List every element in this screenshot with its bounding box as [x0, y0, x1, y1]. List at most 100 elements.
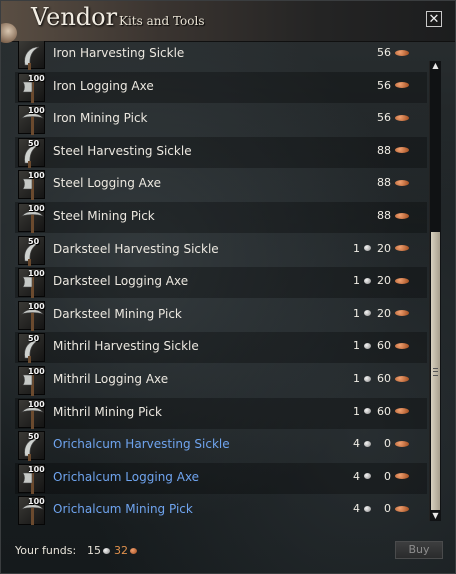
price-copper: 56 [377, 78, 391, 92]
copper-coin-icon [395, 408, 409, 415]
pick-icon[interactable]: 100 [18, 496, 45, 525]
scroll-down-icon[interactable]: ▼ [430, 511, 441, 521]
silver-coin-icon [364, 473, 371, 480]
vendor-item-row[interactable]: 100 Iron Mining Pick 56 [15, 104, 427, 136]
item-price: 1 20 [353, 242, 413, 255]
price-copper: 88 [377, 176, 391, 190]
funds-copper: 32 [114, 544, 128, 557]
vendor-item-row[interactable]: 100 Mithril Mining Pick 1 60 [15, 397, 427, 429]
pick-icon[interactable]: 100 [18, 105, 45, 136]
axe-icon[interactable]: 100 [18, 463, 45, 494]
copper-coin-icon [395, 49, 409, 56]
axe-icon[interactable]: 100 [18, 72, 45, 103]
item-name: Darksteel Mining Pick [53, 306, 182, 321]
silver-coin-icon [364, 310, 371, 317]
sickle-icon[interactable] [18, 41, 45, 70]
vendor-item-row[interactable]: Iron Harvesting Sickle 56 [15, 41, 427, 70]
item-price: 1 60 [353, 339, 413, 352]
vendor-item-row[interactable]: 50 Steel Harvesting Sickle 88 [15, 136, 427, 168]
vendor-window: Vendor Kits and Tools ✕ Iron Harvesting … [0, 0, 456, 574]
price-copper: 88 [377, 143, 391, 157]
item-price: 1 20 [353, 307, 413, 320]
item-name: Iron Harvesting Sickle [53, 46, 185, 60]
footer: Your funds: 15 32 Buy [15, 539, 443, 563]
item-tier-label: 50 [28, 334, 40, 344]
copper-coin-icon [395, 342, 409, 349]
item-tier-label: 50 [28, 432, 40, 442]
item-price: 40 [353, 502, 413, 515]
scrollbar[interactable]: ▲ ▼ [429, 61, 441, 521]
silver-coin-icon [103, 547, 110, 554]
scroll-up-icon[interactable]: ▲ [430, 61, 441, 71]
vendor-item-row[interactable]: 100 Darksteel Logging Axe 1 20 [15, 267, 427, 299]
price-silver: 1 [353, 339, 360, 353]
item-tier-label: 100 [28, 106, 45, 116]
price-copper: 88 [377, 209, 391, 222]
pick-icon[interactable]: 100 [18, 398, 45, 429]
vendor-item-row[interactable]: 100 Orichalcum Mining Pick 4 0 [15, 495, 427, 525]
vendor-item-row[interactable]: 50 Darksteel Harvesting Sickle 1 20 [15, 235, 427, 266]
vendor-item-row[interactable]: 100 Mithril Logging Axe 1 60 [15, 365, 427, 396]
item-name: Darksteel Harvesting Sickle [53, 241, 219, 256]
price-silver: 1 [353, 306, 360, 320]
sickle-icon[interactable]: 50 [18, 431, 45, 462]
vendor-item-row[interactable]: 100 Iron Logging Axe 56 [15, 71, 427, 103]
item-price: 1 60 [353, 405, 413, 418]
item-tier-label: 100 [28, 464, 45, 474]
funds-value: 15 32 [87, 544, 141, 557]
price-copper: 20 [377, 274, 391, 288]
item-price: 56 [377, 111, 413, 124]
funds-silver: 15 [87, 544, 101, 557]
silver-coin-icon [364, 342, 371, 349]
copper-coin-icon [395, 82, 409, 89]
item-tier-label: 100 [28, 497, 45, 507]
item-tier-label: 100 [28, 73, 45, 83]
axe-icon[interactable]: 100 [18, 170, 45, 201]
vendor-item-row[interactable]: 50 Mithril Harvesting Sickle 1 60 [15, 332, 427, 364]
price-silver: 4 [353, 437, 360, 451]
item-tier-label: 100 [28, 399, 45, 409]
item-name: Orichalcum Logging Axe [53, 469, 200, 484]
item-tier-label: 100 [28, 171, 45, 181]
sickle-icon[interactable]: 50 [18, 333, 45, 364]
silver-coin-icon [364, 408, 371, 415]
vendor-item-row[interactable]: 50 Orichalcum Harvesting Sickle 4 0 [15, 430, 427, 462]
silver-coin-icon [364, 505, 371, 512]
price-silver: 1 [353, 404, 360, 418]
item-name: Iron Logging Axe [53, 78, 154, 93]
price-copper: 20 [377, 306, 391, 320]
axe-icon[interactable]: 100 [18, 268, 45, 299]
copper-coin-icon [395, 147, 409, 154]
sickle-icon[interactable]: 50 [18, 235, 45, 266]
item-name: Steel Logging Axe [53, 176, 161, 191]
price-copper: 0 [384, 502, 391, 516]
vendor-item-row[interactable]: 100 Orichalcum Logging Axe 4 0 [15, 462, 427, 494]
scroll-thumb[interactable] [431, 232, 440, 510]
pick-icon[interactable]: 100 [18, 203, 45, 233]
pick-icon[interactable]: 100 [18, 300, 45, 331]
silver-coin-icon [364, 277, 371, 284]
axe-icon[interactable]: 100 [18, 366, 45, 396]
item-name: Mithril Harvesting Sickle [53, 339, 199, 354]
price-silver: 4 [353, 502, 360, 516]
price-silver: 4 [353, 469, 360, 483]
price-copper: 56 [377, 111, 391, 125]
copper-coin-icon [130, 547, 137, 554]
vendor-item-row[interactable]: 100 Steel Mining Pick 88 [15, 202, 427, 233]
funds-label: Your funds: [15, 544, 77, 557]
buy-button[interactable]: Buy [395, 541, 443, 559]
sickle-icon[interactable]: 50 [18, 137, 45, 168]
price-silver: 1 [353, 372, 360, 385]
copper-coin-icon [395, 505, 409, 512]
copper-coin-icon [395, 212, 409, 219]
item-tier-label: 100 [28, 204, 45, 213]
close-button[interactable]: ✕ [426, 11, 442, 27]
copper-coin-icon [395, 375, 409, 382]
silver-coin-icon [364, 440, 371, 447]
vendor-item-row[interactable]: 100 Steel Logging Axe 88 [15, 169, 427, 201]
title-bar[interactable]: Vendor Kits and Tools ✕ [1, 1, 455, 43]
price-copper: 60 [377, 339, 391, 353]
item-name: Iron Mining Pick [53, 111, 148, 126]
item-price: 56 [377, 79, 413, 92]
vendor-item-row[interactable]: 100 Darksteel Mining Pick 1 20 [15, 300, 427, 331]
